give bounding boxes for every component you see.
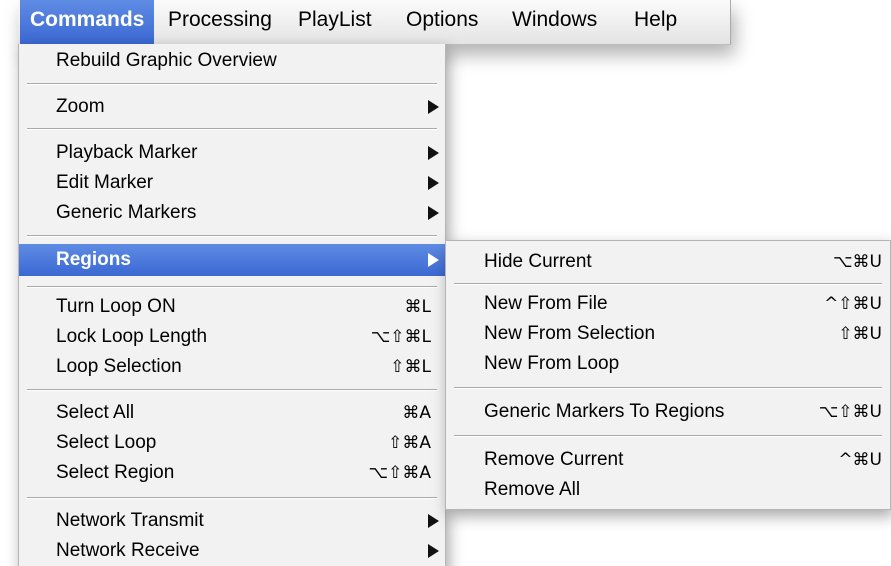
menu-item-rebuild-graphic-overview[interactable]: Rebuild Graphic Overview <box>19 48 445 74</box>
menu-item-remove-current[interactable]: Remove Current ^⌘U <box>446 447 890 473</box>
menu-item-select-all[interactable]: Select All ⌘A <box>19 400 445 426</box>
menu-item-shortcut: ^⇧⌘U <box>824 294 882 314</box>
menu-item-label: Select Region <box>56 462 175 483</box>
menu-bar: Commands Processing PlayList Options Win… <box>18 0 731 45</box>
menu-separator <box>27 83 437 85</box>
menu-item-label: Regions <box>56 249 131 270</box>
submenu-arrow-icon <box>428 544 439 558</box>
menu-item-label: Select All <box>56 402 135 423</box>
menu-item-label: New From Loop <box>484 353 620 374</box>
menu-item-label: Generic Markers <box>56 202 197 223</box>
submenu-arrow-icon <box>428 176 439 190</box>
menu-item-shortcut: ⌥⌘U <box>832 252 882 272</box>
menu-item-regions[interactable]: Regions <box>19 244 445 276</box>
menu-item-hide-current[interactable]: Hide Current ⌥⌘U <box>446 249 890 275</box>
menu-item-new-from-loop[interactable]: New From Loop <box>446 351 890 377</box>
menu-item-label: Generic Markers To Regions <box>484 401 725 422</box>
menu-separator <box>27 286 437 288</box>
menu-item-shortcut: ⌘A <box>402 403 431 423</box>
menu-item-new-from-selection[interactable]: New From Selection ⇧⌘U <box>446 321 890 347</box>
menu-item-label: New From Selection <box>484 323 656 344</box>
menu-item-network-receive[interactable]: Network Receive <box>19 538 445 564</box>
submenu-arrow-icon <box>428 253 439 267</box>
menu-item-select-region[interactable]: Select Region ⌥⇧⌘A <box>19 460 445 486</box>
menu-item-generic-markers[interactable]: Generic Markers <box>19 200 445 226</box>
menu-item-label: Network Transmit <box>56 510 204 531</box>
menu-separator <box>27 497 437 499</box>
menu-separator <box>27 389 437 391</box>
menu-item-label: Rebuild Graphic Overview <box>56 50 277 71</box>
menu-item-label: Select Loop <box>56 432 157 453</box>
menu-commands[interactable]: Commands <box>20 0 155 44</box>
submenu-arrow-icon <box>428 514 439 528</box>
menu-item-shortcut: ⌥⇧⌘A <box>368 463 431 483</box>
menu-item-generic-markers-to-regions[interactable]: Generic Markers To Regions ⌥⇧⌘U <box>446 399 890 425</box>
menu-item-label: Turn Loop ON <box>56 296 176 317</box>
menu-item-shortcut: ⌥⇧⌘L <box>370 327 431 347</box>
menu-item-label: Edit Marker <box>56 172 154 193</box>
menu-help[interactable]: Help <box>634 0 677 44</box>
menu-item-edit-marker[interactable]: Edit Marker <box>19 170 445 196</box>
menu-separator <box>454 435 882 437</box>
menu-item-lock-loop-length[interactable]: Lock Loop Length ⌥⇧⌘L <box>19 324 445 350</box>
menu-item-label: Playback Marker <box>56 142 198 163</box>
submenu-arrow-icon <box>428 206 439 220</box>
menu-item-label: Hide Current <box>484 251 592 272</box>
menu-item-select-loop[interactable]: Select Loop ⇧⌘A <box>19 430 445 456</box>
menu-separator <box>27 235 437 237</box>
menu-item-shortcut: ⇧⌘L <box>390 357 431 377</box>
menu-item-playback-marker[interactable]: Playback Marker <box>19 140 445 166</box>
menu-item-label: Remove Current <box>484 449 624 470</box>
menu-item-label: Loop Selection <box>56 356 182 377</box>
commands-menu: Rebuild Graphic Overview Zoom Playback M… <box>18 44 446 566</box>
menu-playlist[interactable]: PlayList <box>298 0 372 44</box>
submenu-arrow-icon <box>428 100 439 114</box>
menu-processing[interactable]: Processing <box>168 0 272 44</box>
screen: Commands Processing PlayList Options Win… <box>0 0 891 566</box>
menu-item-zoom[interactable]: Zoom <box>19 94 445 120</box>
menu-item-network-transmit[interactable]: Network Transmit <box>19 508 445 534</box>
menu-item-label: Lock Loop Length <box>56 326 208 347</box>
menu-windows[interactable]: Windows <box>512 0 597 44</box>
menu-item-new-from-file[interactable]: New From File ^⇧⌘U <box>446 291 890 317</box>
menu-item-shortcut: ⌥⇧⌘U <box>818 402 882 422</box>
menu-item-shortcut: ⇧⌘U <box>838 324 882 344</box>
menu-item-label: Zoom <box>56 96 105 117</box>
menu-separator <box>454 387 882 389</box>
menu-item-loop-selection[interactable]: Loop Selection ⇧⌘L <box>19 354 445 380</box>
submenu-arrow-icon <box>428 146 439 160</box>
menu-item-remove-all[interactable]: Remove All <box>446 477 890 503</box>
menu-separator <box>454 283 882 285</box>
menu-item-label: New From File <box>484 293 608 314</box>
menu-item-label: Network Receive <box>56 540 200 561</box>
menu-options[interactable]: Options <box>406 0 478 44</box>
menu-item-turn-loop-on[interactable]: Turn Loop ON ⌘L <box>19 294 445 320</box>
menu-item-shortcut: ⌘L <box>404 297 431 317</box>
menu-separator <box>27 128 437 130</box>
menu-item-shortcut: ^⌘U <box>838 450 882 470</box>
regions-submenu: Hide Current ⌥⌘U New From File ^⇧⌘U New … <box>445 240 891 510</box>
menu-item-label: Remove All <box>484 479 581 500</box>
menu-item-shortcut: ⇧⌘A <box>388 433 431 453</box>
